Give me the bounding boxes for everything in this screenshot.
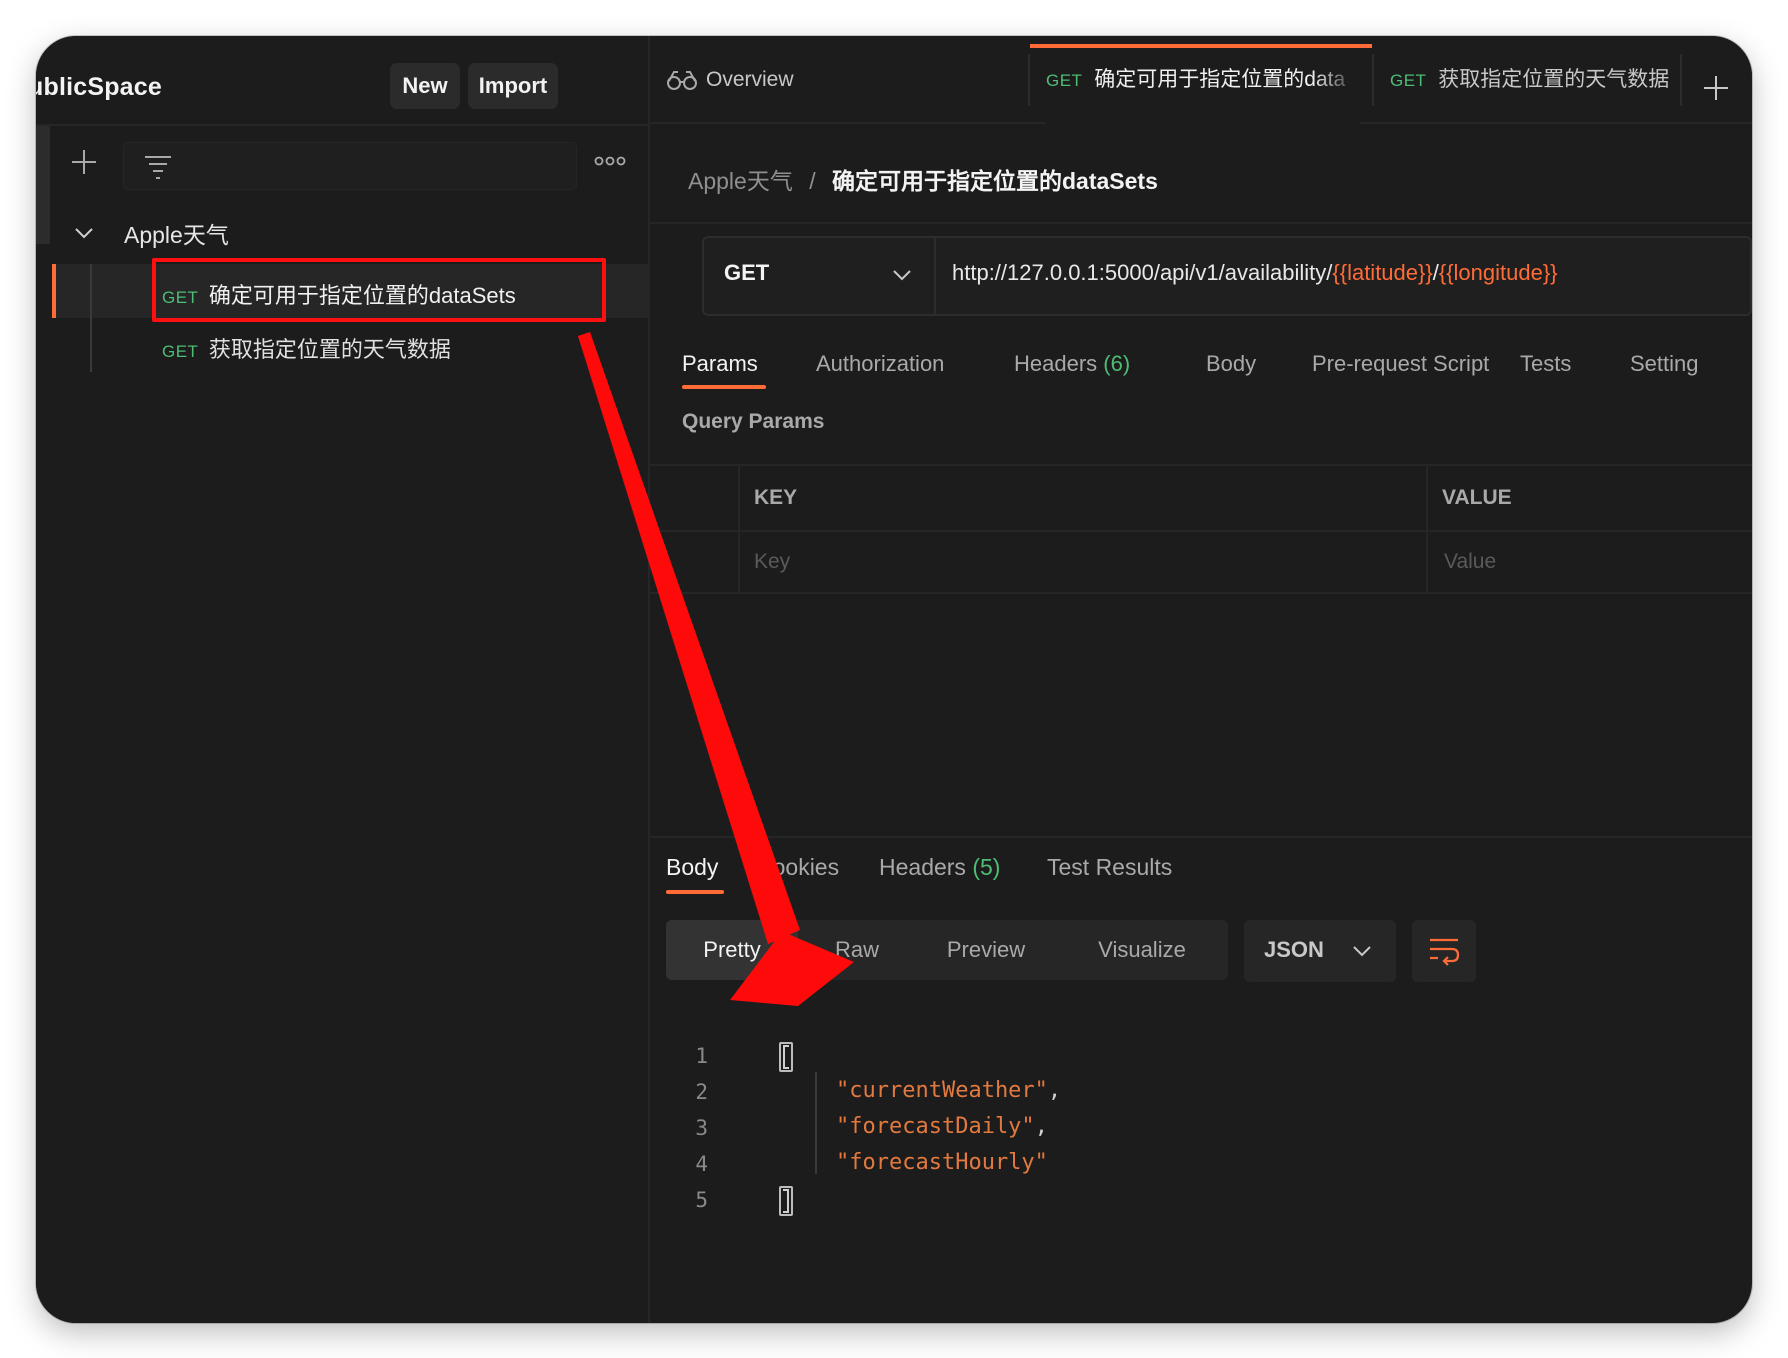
annotation-arrow	[578, 332, 854, 1006]
